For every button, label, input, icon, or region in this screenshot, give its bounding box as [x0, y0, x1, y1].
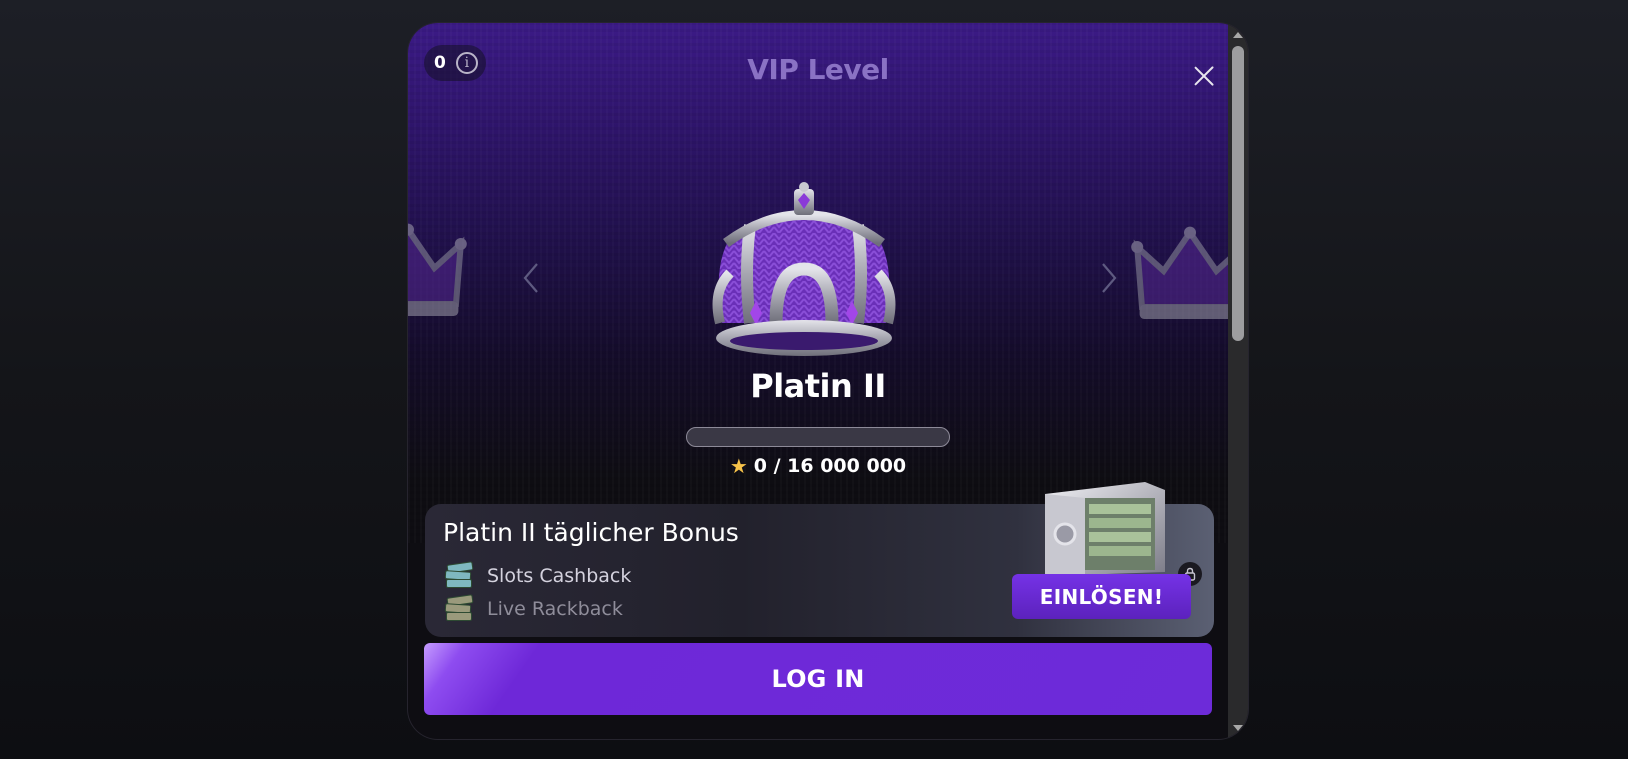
modal-title: VIP Level: [747, 53, 889, 86]
points-text: 0 / 16 000 000: [753, 455, 907, 477]
safe-icon: [1045, 482, 1165, 576]
daily-bonus-card: Platin II täglicher Bonus Slots Cashback…: [425, 482, 1214, 637]
chevron-right-icon[interactable]: [1097, 258, 1121, 298]
bonus-title: Platin II täglicher Bonus: [443, 518, 739, 547]
bonus-item-label: Slots Cashback: [487, 565, 632, 587]
login-button[interactable]: LOG IN: [424, 643, 1212, 715]
bonus-item: Slots Cashback: [444, 561, 632, 589]
cash-icon: [444, 561, 474, 589]
scrollbar[interactable]: [1228, 23, 1248, 739]
bonus-item: Live Rackback: [444, 594, 623, 622]
crown-icon: [712, 182, 896, 356]
vip-level-modal: 0 i VIP Level Platin II ★ 0 / 16 000 000…: [408, 23, 1248, 739]
star-icon: ★: [729, 454, 748, 478]
points-display: ★ 0 / 16 000 000: [408, 454, 1228, 478]
scroll-thumb[interactable]: [1232, 46, 1244, 341]
cash-icon: [444, 594, 474, 622]
bonus-item-label: Live Rackback: [487, 598, 623, 620]
scroll-down-icon[interactable]: [1233, 725, 1243, 731]
crown-icon: [408, 223, 467, 316]
scroll-up-icon[interactable]: [1233, 32, 1243, 38]
redeem-button[interactable]: EINLÖSEN!: [1012, 574, 1191, 619]
level-progress-bar: [686, 427, 950, 447]
chevron-left-icon[interactable]: [519, 258, 543, 298]
close-icon[interactable]: [1191, 63, 1217, 89]
level-name: Platin II: [750, 367, 886, 405]
